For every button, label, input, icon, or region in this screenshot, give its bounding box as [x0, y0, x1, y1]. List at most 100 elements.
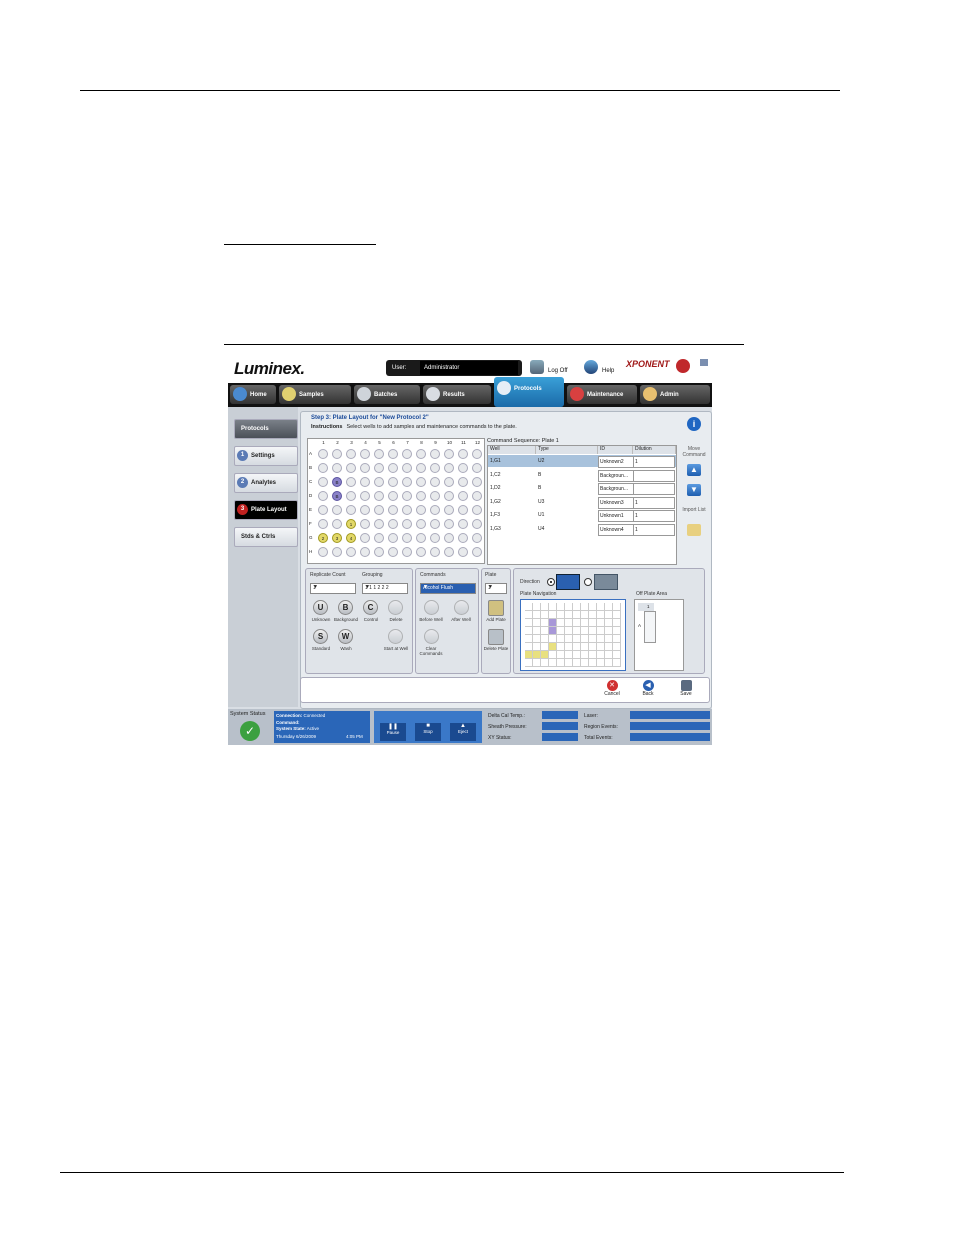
plate-well[interactable] [458, 505, 468, 515]
plate-well[interactable] [388, 449, 398, 459]
sidebar-item-analytes[interactable]: 2 Analytes [234, 473, 298, 493]
plate-well[interactable] [416, 449, 426, 459]
plate-well[interactable] [430, 463, 440, 473]
plate-well[interactable] [472, 505, 482, 515]
plate-row-header[interactable]: E [309, 507, 315, 512]
plate-well[interactable] [472, 477, 482, 487]
nav-cell[interactable] [573, 635, 581, 643]
plate-well[interactable] [346, 505, 356, 515]
nav-cell[interactable] [573, 611, 581, 619]
plate-well[interactable] [472, 491, 482, 501]
plate-well[interactable] [416, 519, 426, 529]
start-at-well-button[interactable] [388, 629, 403, 644]
tab-samples[interactable]: Samples [279, 385, 351, 404]
nav-cell[interactable] [605, 611, 613, 619]
nav-cell[interactable] [541, 611, 549, 619]
nav-cell[interactable] [573, 603, 581, 611]
nav-cell[interactable] [613, 643, 621, 651]
nav-cell[interactable] [525, 627, 533, 635]
plate-well[interactable] [444, 533, 454, 543]
nav-cell[interactable] [613, 619, 621, 627]
cancel-button[interactable]: ✕ Cancel [597, 680, 627, 700]
nav-cell[interactable] [557, 651, 565, 659]
plate-well[interactable] [332, 449, 342, 459]
plate-well[interactable] [444, 547, 454, 557]
plate-row-header[interactable]: C [309, 479, 315, 484]
move-up-button[interactable]: ▲ [687, 464, 701, 476]
table-row[interactable]: 1,G3 U4 Unknown4 1 [488, 523, 676, 536]
nav-cell[interactable] [597, 651, 605, 659]
sidebar-item-settings[interactable]: 1 Settings [234, 446, 298, 466]
tab-home[interactable]: Home [230, 385, 276, 404]
nav-cell[interactable] [549, 635, 557, 643]
nav-cell[interactable] [525, 611, 533, 619]
plate-column-header[interactable]: 2 [331, 440, 344, 445]
plate-well[interactable] [388, 505, 398, 515]
nav-cell[interactable] [573, 651, 581, 659]
nav-cell[interactable] [525, 635, 533, 643]
off-plate-area[interactable]: 1 A [634, 599, 684, 671]
plate-well[interactable] [388, 463, 398, 473]
plate-row-header[interactable]: A [309, 451, 315, 456]
plate-well[interactable] [318, 505, 328, 515]
nav-cell[interactable] [589, 627, 597, 635]
plate-well[interactable] [444, 519, 454, 529]
plate-well[interactable] [430, 491, 440, 501]
plate-well[interactable] [374, 463, 384, 473]
plate-well[interactable] [360, 519, 370, 529]
nav-cell[interactable] [613, 611, 621, 619]
nav-cell[interactable] [565, 603, 573, 611]
nav-cell[interactable] [549, 627, 557, 635]
plate-well[interactable] [388, 491, 398, 501]
move-down-button[interactable]: ▼ [687, 484, 701, 496]
plate-well[interactable] [472, 533, 482, 543]
nav-cell[interactable] [549, 643, 557, 651]
plate-well[interactable] [388, 477, 398, 487]
plate-well[interactable] [318, 463, 328, 473]
nav-cell[interactable] [557, 635, 565, 643]
plate-well[interactable] [402, 547, 412, 557]
nav-cell[interactable] [605, 659, 613, 667]
nav-cell[interactable] [533, 619, 541, 627]
nav-cell[interactable] [573, 659, 581, 667]
plate-well[interactable]: B [332, 491, 342, 501]
table-row[interactable]: 1,D2 B Backgroun... [488, 482, 676, 495]
plate-well[interactable] [360, 463, 370, 473]
plate-column-header[interactable]: 3 [345, 440, 358, 445]
sidebar-item-protocols[interactable]: Protocols [234, 419, 298, 439]
nav-cell[interactable] [541, 659, 549, 667]
nav-cell[interactable] [589, 635, 597, 643]
nav-cell[interactable] [589, 651, 597, 659]
plate-column-header[interactable]: 4 [359, 440, 372, 445]
dilution-field[interactable] [633, 469, 675, 482]
nav-cell[interactable] [573, 619, 581, 627]
nav-cell[interactable] [581, 611, 589, 619]
nav-cell[interactable] [557, 603, 565, 611]
plate-column-header[interactable]: 1 [317, 440, 330, 445]
plate-well[interactable] [444, 491, 454, 501]
plate-well[interactable] [430, 477, 440, 487]
plate-select[interactable]: 1 ▼ [485, 583, 507, 594]
tab-protocols[interactable]: Protocols [494, 377, 564, 407]
direction-radio-vertical[interactable] [547, 578, 555, 586]
info-icon[interactable]: i [687, 417, 701, 431]
plate-column-header[interactable]: 8 [415, 440, 428, 445]
nav-cell[interactable] [589, 643, 597, 651]
nav-cell[interactable] [565, 619, 573, 627]
plate-well[interactable] [458, 477, 468, 487]
plate-well[interactable] [346, 491, 356, 501]
plate-well[interactable] [472, 547, 482, 557]
plate-well[interactable] [332, 463, 342, 473]
eject-button[interactable]: ▲ Eject [450, 723, 476, 741]
plate-well[interactable] [374, 547, 384, 557]
add-plate-button[interactable] [488, 600, 504, 616]
plate-navigation-grid[interactable] [520, 599, 626, 671]
plate-well[interactable] [430, 533, 440, 543]
plate-well[interactable] [416, 463, 426, 473]
nav-cell[interactable] [565, 651, 573, 659]
nav-cell[interactable] [573, 643, 581, 651]
plate-well[interactable] [346, 477, 356, 487]
plate-well[interactable] [416, 505, 426, 515]
nav-cell[interactable] [605, 651, 613, 659]
plate-well[interactable] [444, 463, 454, 473]
